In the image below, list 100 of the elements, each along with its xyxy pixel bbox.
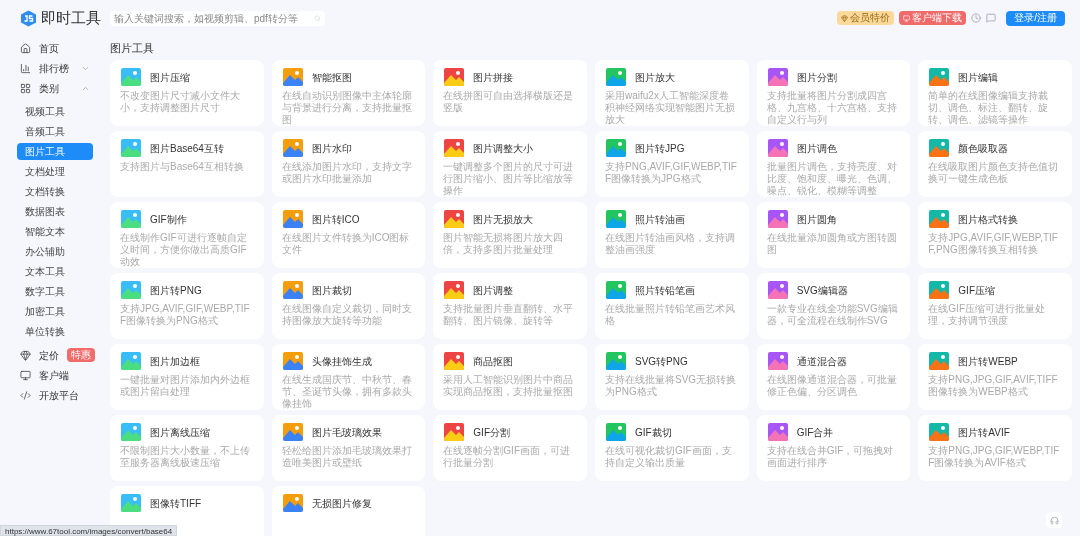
picture-icon — [928, 421, 951, 443]
tool-description: 在线拼图可自由选择横版还是竖版 — [443, 90, 575, 114]
picture-icon — [281, 350, 304, 372]
sidebar-item[interactable]: 首页 — [0, 38, 110, 58]
tool-card[interactable]: GIF合并 支持在线合并GIF，可拖拽对画面进行排序 — [756, 415, 911, 481]
tool-card[interactable]: 图片放大 采用waifu2x人工智能深度卷积神经网络实现智能图片无损放大 — [595, 60, 749, 126]
category-item[interactable]: 加密工具 — [17, 303, 93, 320]
tool-title: 智能抠图 — [311, 70, 352, 85]
tool-card[interactable]: 智能抠图 在线自动识别图像中主体轮廓与背景进行分离，支持批量抠图 — [271, 60, 426, 126]
vip-button[interactable]: 会员特价 — [837, 11, 895, 25]
tool-card[interactable]: 照片转铅笔画 在线批量照片转铅笔画艺术风格 — [595, 273, 749, 339]
category-item[interactable]: 数字工具 — [17, 283, 93, 300]
tool-card[interactable]: 图片压缩 不改变图片尺寸减小文件大小，支持调整图片尺寸 — [110, 60, 264, 126]
tool-description: 在线可视化裁切GIF画面，支持自定义输出质量 — [605, 445, 733, 469]
tool-card[interactable]: 图片水印 在线添加图片水印，支持文字或图片水印批量添加 — [271, 131, 426, 197]
tool-card[interactable]: 商品抠图 采用人工智能识别图片中商品实现商品抠图，支持批量抠图 — [433, 344, 587, 410]
category-item[interactable]: 文档处理 — [17, 163, 93, 180]
category-item[interactable]: 视频工具 — [17, 103, 93, 120]
tool-card[interactable]: 照片转油画 在线图片转油画风格，支持调整油画强度 — [595, 202, 749, 268]
tool-title: 图片Base64互转 — [150, 141, 224, 156]
tool-card[interactable]: GIF压缩 在线GIF压缩可进行批量处理，支持调节强度 — [918, 273, 1072, 339]
picture-icon — [281, 137, 304, 159]
tool-title: GIF裁切 — [635, 425, 672, 440]
category-item[interactable]: 数据图表 — [17, 203, 93, 220]
tool-description: 支持批量图片垂直翻转、水平翻转、图片镜像、旋转等 — [443, 303, 575, 327]
sidebar-item[interactable]: 客户端 — [0, 365, 110, 385]
picture-icon — [605, 137, 627, 159]
support-button[interactable] — [1046, 512, 1062, 528]
tool-title: 图片格式转换 — [958, 212, 1019, 227]
picture-icon — [605, 208, 627, 230]
tool-card[interactable]: 无损图片修复 — [271, 486, 426, 536]
picture-icon — [281, 279, 304, 301]
tool-card[interactable]: 头像挂饰生成 在线生成国庆节、中秋节、春节、圣诞节头像，拥有多款头像挂饰 — [271, 344, 426, 410]
tool-description: 支持JPG,AVIF,GIF,WEBP,TIFF图像转换为PNG格式 — [120, 303, 251, 327]
tool-description: 支持PNG,AVIF,GIF,WEBP,TIFF图像转换为JPG格式 — [605, 161, 738, 185]
tool-card[interactable]: 图片无损放大 图片智能无损将图片放大四倍，支持多图片批量处理 — [433, 202, 587, 268]
tool-title: 图像转TIFF — [150, 496, 202, 511]
picture-icon — [120, 66, 142, 88]
tool-card[interactable]: 图片分割 支持批量将图片分割成四宫格、九宫格、十六宫格、支持自定义行与列 — [756, 60, 911, 126]
tool-description: 在线批量添加圆角或方图转圆图 — [766, 232, 898, 256]
sidebar-item[interactable]: 开放平台 — [0, 385, 110, 405]
tool-card[interactable]: 图片编辑 简单的在线图像编辑支持裁切、调色、标注、翻转、旋转、调色、滤镜等操作 — [918, 60, 1072, 126]
picture-icon — [766, 421, 789, 443]
tool-card[interactable]: 图片转AVIF 支持PNG,JPG,GIF,WEBP,TIFF图像转换为AVIF格式 — [918, 415, 1072, 481]
category-item[interactable]: 文档转换 — [17, 183, 93, 200]
picture-icon — [443, 421, 466, 443]
picture-icon — [281, 492, 304, 514]
tool-description: 支持在线合并GIF，可拖拽对画面进行排序 — [766, 445, 895, 469]
picture-icon — [605, 421, 627, 443]
tool-card[interactable]: 图片离线压缩 不限制图片大小数量，不上传至服务器离线极速压缩 — [110, 415, 264, 481]
history-icon[interactable] — [971, 13, 982, 23]
tool-title: 图片裁切 — [311, 283, 352, 298]
tool-card[interactable]: 图片转JPG 支持PNG,AVIF,GIF,WEBP,TIFF图像转换为JPG格式 — [595, 131, 749, 197]
tool-card[interactable]: 图片毛玻璃效果 轻松给图片添加毛玻璃效果打造唯美图片或壁纸 — [271, 415, 426, 481]
category-item[interactable]: 办公辅助 — [17, 243, 93, 260]
tool-card[interactable]: 图片拼接 在线拼图可自由选择横版还是竖版 — [433, 60, 587, 126]
tool-description: 支持JPG,AVIF,GIF,WEBP,TIFF,PNG图像转换互相转换 — [928, 232, 1059, 256]
tool-card[interactable]: 图片调色 批量图片调色，支持亮度、对比度、饱和度、曝光、色调、噪点、锐化、模糊等调整 — [756, 131, 911, 197]
tool-card[interactable]: 图片调整 支持批量图片垂直翻转、水平翻转、图片镜像、旋转等 — [433, 273, 587, 339]
home-icon — [20, 42, 31, 54]
picture-icon — [928, 208, 951, 230]
tool-title: 图片放大 — [635, 70, 675, 85]
category-item[interactable]: 文本工具 — [17, 263, 93, 280]
category-item[interactable]: 智能文本 — [17, 223, 93, 240]
picture-icon — [605, 279, 627, 301]
category-item[interactable]: 音频工具 — [17, 123, 93, 140]
tool-card[interactable]: 图片Base64互转 支持图片与Base64互相转换 — [110, 131, 264, 197]
tool-card[interactable]: 图片裁切 在线图像自定义裁切，同时支持图像放大旋转等功能 — [271, 273, 426, 339]
headset-icon — [1049, 515, 1059, 525]
tool-card[interactable]: GIF分割 在线逐帧分割GIF画面，可进行批量分割 — [433, 415, 587, 481]
tool-card[interactable]: GIF制作 在线制作GIF可进行逐帧自定义时间，方便你做出高质GIF动效 — [110, 202, 264, 268]
tool-card[interactable]: 图片转WEBP 支持PNG,JPG,GIF,AVIF,TIFF图像转换为WEBP格式 — [918, 344, 1072, 410]
tool-description: 轻松给图片添加毛玻璃效果打造唯美图片或壁纸 — [281, 445, 413, 469]
category-item[interactable]: 单位转换 — [17, 323, 93, 340]
tool-card[interactable]: 图片圆角 在线批量添加圆角或方图转圆图 — [756, 202, 911, 268]
tool-card[interactable]: 图片格式转换 支持JPG,AVIF,GIF,WEBP,TIFF,PNG图像转换互相转换 — [918, 202, 1072, 268]
url-tooltip: https://www.67tool.com/images/convert/base64 — [0, 525, 178, 536]
tool-card[interactable]: GIF裁切 在线可视化裁切GIF画面，支持自定义输出质量 — [595, 415, 749, 481]
tool-card[interactable]: SVG转PNG 支持在线批量将SVG无损转换为PNG格式 — [595, 344, 749, 410]
picture-icon — [120, 492, 142, 514]
logo-icon — [20, 9, 37, 27]
tool-card[interactable]: 通道混合器 在线图像通道混合器，可批量修正色偏、分区调色 — [756, 344, 911, 410]
search-icon — [314, 14, 321, 22]
tool-title: 头像挂饰生成 — [311, 354, 372, 369]
tool-description: 支持在线批量将SVG无损转换为PNG格式 — [605, 374, 738, 398]
logo-text: 即时工具 — [41, 7, 101, 28]
sidebar-item[interactable]: 定价 特惠 — [0, 345, 110, 365]
picture-icon — [120, 137, 142, 159]
monitor-icon — [903, 14, 911, 22]
tool-description: 支持批量将图片分割成四宫格、九宫格、十六宫格、支持自定义行与列 — [766, 90, 898, 126]
bar-chart-icon — [20, 62, 31, 74]
sidebar-item[interactable]: 排行榜 — [0, 58, 110, 78]
sidebar-item[interactable]: 类别 — [0, 78, 110, 98]
tool-title: GIF压缩 — [958, 283, 995, 298]
tool-card[interactable]: 图片转PNG 支持JPG,AVIF,GIF,WEBP,TIFF图像转换为PNG格式 — [110, 273, 264, 339]
search-field[interactable]: 输入关键词搜索，如视频剪辑、pdf转分等 — [110, 10, 325, 26]
message-icon[interactable] — [986, 13, 997, 23]
tool-title: 颜色吸取器 — [958, 141, 1009, 156]
tool-card[interactable]: 图片转ICO 在线图片文件转换为ICO图标文件 — [271, 202, 426, 268]
tool-title: SVG编辑器 — [796, 283, 848, 298]
